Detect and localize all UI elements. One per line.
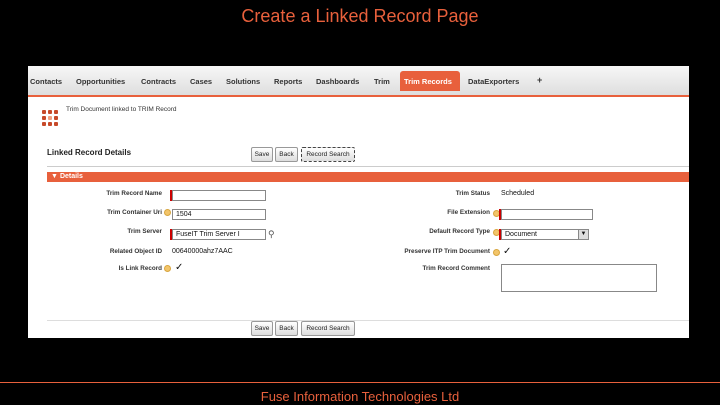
trim-server-label: Trim Server [127, 228, 162, 235]
help-icon[interactable] [493, 249, 500, 256]
trim-record-name-input[interactable] [172, 190, 266, 201]
tab-dataexporters[interactable]: DataExporters [468, 77, 519, 86]
trim-record-comment-label: Trim Record Comment [422, 265, 490, 272]
back-button[interactable]: Back [275, 147, 298, 162]
is-link-record-label: Is Link Record [118, 265, 162, 272]
help-icon[interactable] [164, 209, 171, 216]
file-extension-label: File Extension [447, 209, 490, 216]
file-extension-input[interactable] [501, 209, 593, 220]
section-title: Details [59, 173, 83, 180]
slide-title: Create a Linked Record Page [241, 6, 479, 26]
lookup-icon[interactable]: ⚲ [268, 229, 278, 239]
footer-divider [0, 382, 720, 383]
tab-cases[interactable]: Cases [190, 77, 212, 86]
default-record-type-label: Default Record Type [429, 228, 490, 235]
tab-contracts[interactable]: Contracts [141, 77, 176, 86]
trim-status-value: Scheduled [501, 190, 535, 197]
record-search-button[interactable]: Record Search [301, 147, 355, 162]
tab-contacts[interactable]: Contacts [30, 77, 62, 86]
add-tab-button[interactable]: + [537, 75, 542, 85]
help-icon[interactable] [164, 265, 171, 272]
is-link-record-checkbox[interactable]: ✓ [175, 263, 183, 273]
trim-status-label: Trim Status [455, 190, 490, 197]
divider [47, 320, 689, 321]
slide-footer: Fuse Information Technologies Ltd [260, 389, 460, 404]
tab-bar: Contacts Opportunities Contracts Cases S… [28, 66, 689, 97]
related-object-id-label: Related Object ID [109, 248, 162, 255]
record-search-button-bottom[interactable]: Record Search [301, 321, 355, 336]
preserve-trim-document-label: Preserve ITP Trim Document [404, 248, 490, 255]
fuse-logo-icon [42, 110, 62, 126]
divider [47, 166, 689, 167]
trim-container-uri-input[interactable]: 1504 [172, 209, 266, 220]
preserve-trim-document-checkbox[interactable]: ✓ [503, 247, 511, 257]
tab-trim[interactable]: Trim [374, 77, 390, 86]
collapse-triangle-icon: ▼ [51, 173, 58, 180]
tab-trim-records[interactable]: Trim Records [400, 71, 460, 91]
trim-record-comment-textarea[interactable] [501, 264, 657, 292]
app-screenshot: Contacts Opportunities Contracts Cases S… [28, 66, 689, 338]
save-button-bottom[interactable]: Save [251, 321, 273, 336]
detail-title: Linked Record Details [47, 148, 132, 157]
page-subtitle: Trim Document linked to TRIM Record [66, 106, 177, 113]
details-section-header[interactable]: ▼ Details [47, 172, 689, 182]
trim-container-uri-label: Trim Container Uri [107, 209, 162, 216]
trim-record-name-label: Trim Record Name [106, 190, 162, 197]
tab-dashboards[interactable]: Dashboards [316, 77, 359, 86]
back-button-bottom[interactable]: Back [275, 321, 298, 336]
tab-opportunities[interactable]: Opportunities [76, 77, 125, 86]
related-object-id-value: 00640000ahz7AAC [172, 248, 233, 255]
tab-reports[interactable]: Reports [274, 77, 302, 86]
tab-solutions[interactable]: Solutions [226, 77, 260, 86]
chevron-down-icon: ▼ [578, 230, 588, 239]
trim-server-input[interactable]: FuseIT Trim Server I [172, 229, 266, 240]
save-button[interactable]: Save [251, 147, 273, 162]
default-record-type-select[interactable]: Document ▼ [501, 229, 589, 240]
default-record-type-value: Document [505, 231, 537, 238]
